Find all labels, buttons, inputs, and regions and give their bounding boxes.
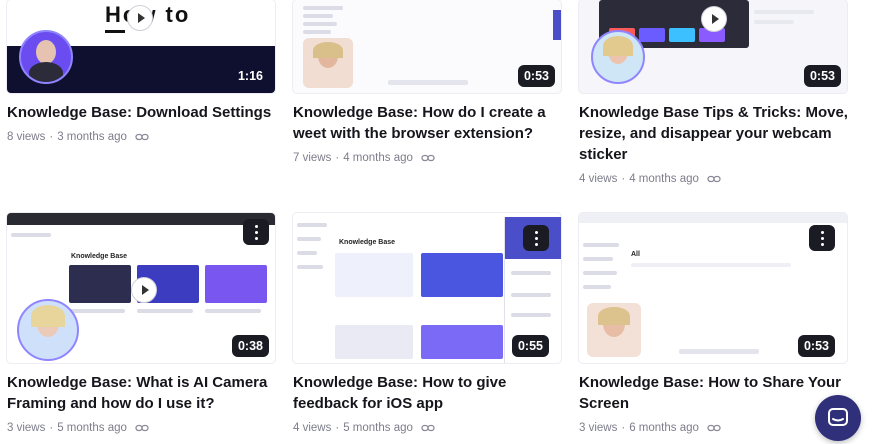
presenter-avatar <box>303 38 353 88</box>
duration-badge: 0:53 <box>803 65 841 87</box>
video-meta: 7 views · 4 months ago <box>293 152 435 164</box>
video-title[interactable]: Knowledge Base: How to give feedback for… <box>293 372 573 414</box>
presenter-avatar <box>591 30 645 84</box>
upload-age: 4 months ago <box>629 173 699 185</box>
video-meta: 3 views · 5 months ago <box>7 422 149 434</box>
video-thumbnail[interactable]: 0:53 <box>293 0 561 93</box>
video-title[interactable]: Knowledge Base: How do I create a weet w… <box>293 102 573 144</box>
video-meta: 3 views · 6 months ago <box>579 422 721 434</box>
video-thumbnail[interactable]: All 0:53 <box>579 213 847 363</box>
upload-age: 6 months ago <box>629 422 699 434</box>
duration-badge: 0:53 <box>797 335 835 357</box>
video-meta: 8 views · 3 months ago <box>7 131 149 143</box>
thumbnail-heading: Knowledge Base <box>71 253 128 260</box>
upload-age: 3 months ago <box>57 131 127 143</box>
view-count: 3 views <box>7 422 46 434</box>
link-icon[interactable] <box>421 153 435 163</box>
more-options-button[interactable] <box>523 225 549 251</box>
duration-badge: 0:55 <box>511 335 549 357</box>
meta-separator: · <box>621 173 626 185</box>
video-thumbnail[interactable]: Knowledge Base 0:55 <box>293 213 561 363</box>
link-icon[interactable] <box>135 132 149 142</box>
video-grid: How to 1:16 Knowledge Base: Download Set… <box>0 0 880 444</box>
meta-separator: · <box>49 131 54 143</box>
more-options-button[interactable] <box>809 225 835 251</box>
view-count: 4 views <box>579 173 618 185</box>
video-thumbnail[interactable]: How to 1:16 <box>7 0 275 93</box>
video-meta: 4 views · 4 months ago <box>579 173 721 185</box>
link-icon[interactable] <box>707 174 721 184</box>
play-icon[interactable] <box>127 5 153 31</box>
video-thumbnail[interactable]: 0:53 <box>579 0 847 93</box>
meta-separator: · <box>335 422 340 434</box>
thumbnail-heading: Knowledge Base <box>339 239 396 246</box>
link-icon[interactable] <box>707 423 721 433</box>
view-count: 3 views <box>579 422 618 434</box>
upload-age: 5 months ago <box>343 422 413 434</box>
meta-separator: · <box>49 422 54 434</box>
more-options-button[interactable] <box>243 219 269 245</box>
presenter-avatar <box>587 303 641 357</box>
view-count: 7 views <box>293 152 332 164</box>
view-count: 8 views <box>7 131 46 143</box>
meta-separator: · <box>621 422 626 434</box>
link-icon[interactable] <box>421 423 435 433</box>
view-count: 4 views <box>293 422 332 434</box>
video-meta: 4 views · 5 months ago <box>293 422 435 434</box>
presenter-avatar <box>19 30 73 84</box>
meta-separator: · <box>335 152 340 164</box>
duration-badge: 0:38 <box>231 335 269 357</box>
play-icon[interactable] <box>701 6 727 32</box>
upload-age: 4 months ago <box>343 152 413 164</box>
video-title[interactable]: Knowledge Base: Download Settings <box>7 102 287 123</box>
play-icon[interactable] <box>131 277 157 303</box>
duration-badge: 1:16 <box>237 69 263 83</box>
chat-icon <box>828 408 848 426</box>
video-thumbnail[interactable]: Knowledge Base 0:38 <box>7 213 275 363</box>
video-title[interactable]: Knowledge Base: What is AI Camera Framin… <box>7 372 287 414</box>
chat-launcher-button[interactable] <box>815 395 861 441</box>
duration-badge: 0:53 <box>517 65 555 87</box>
link-icon[interactable] <box>135 423 149 433</box>
presenter-avatar <box>17 299 79 361</box>
upload-age: 5 months ago <box>57 422 127 434</box>
video-title[interactable]: Knowledge Base Tips & Tricks: Move, resi… <box>579 102 859 165</box>
thumbnail-heading: All <box>631 251 640 258</box>
